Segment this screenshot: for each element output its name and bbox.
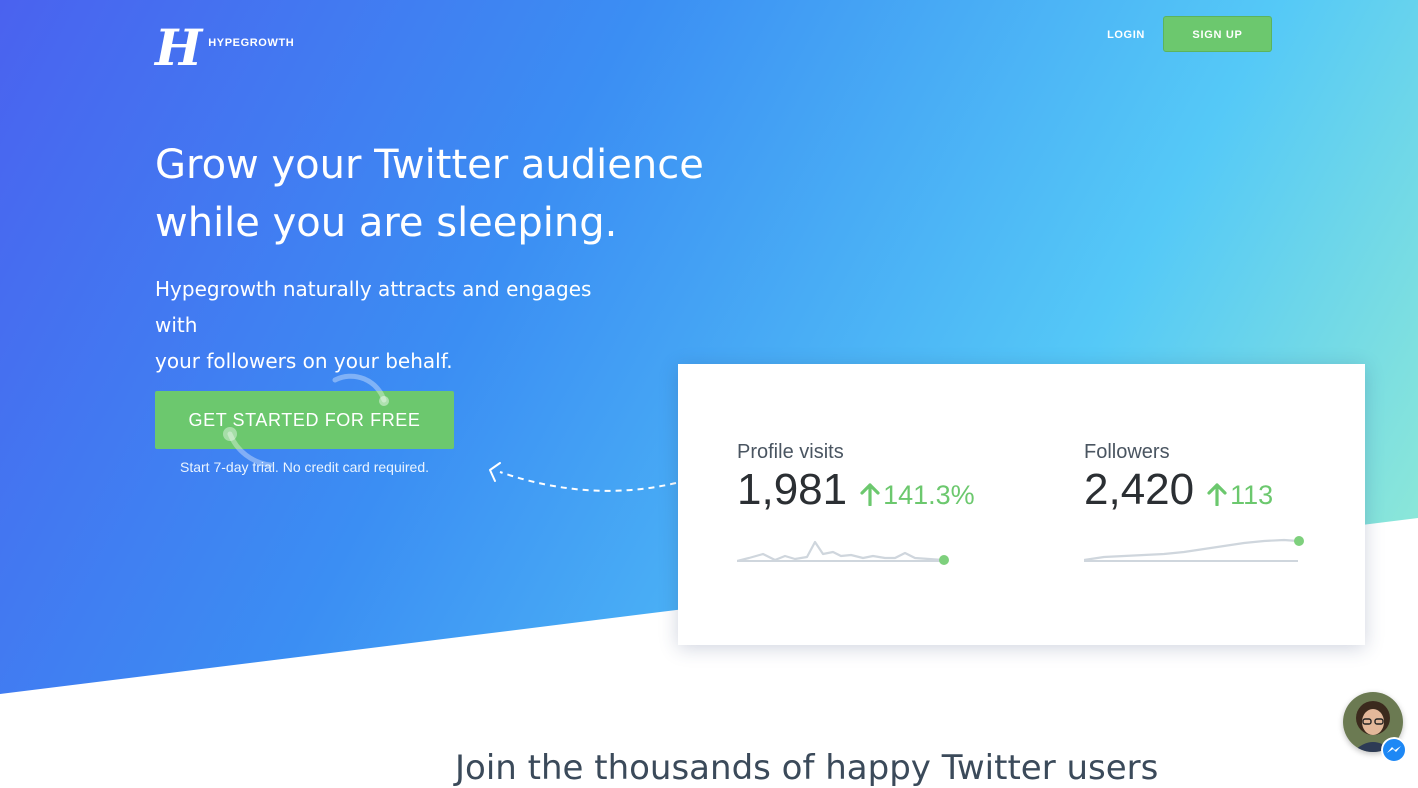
subhead-line-2: your followers on your behalf. bbox=[155, 349, 453, 373]
get-started-button[interactable]: GET STARTED FOR FREE bbox=[155, 391, 454, 449]
hero-headline: Grow your Twitter audience while you are… bbox=[155, 136, 715, 252]
followers-delta: 113 bbox=[1230, 480, 1274, 510]
profile-visits-delta: 141.3% bbox=[883, 480, 975, 510]
profile-visits-stat: Profile visits 1,981 141.3% bbox=[737, 440, 975, 514]
followers-value: 2,420 bbox=[1084, 465, 1195, 514]
followers-sparkline bbox=[1084, 536, 1304, 562]
followers-stat: Followers 2,420 113 bbox=[1084, 440, 1273, 514]
brand-logo[interactable]: H HYPEGROWTH bbox=[155, 18, 295, 77]
hero-subheading: Hypegrowth naturally attracts and engage… bbox=[155, 271, 635, 379]
login-link[interactable]: LOGIN bbox=[1100, 27, 1152, 43]
headline-line-2: while you are sleeping. bbox=[155, 200, 618, 246]
arrow-up-icon bbox=[1207, 483, 1227, 506]
profile-visits-value: 1,981 bbox=[737, 465, 848, 514]
profile-visits-label: Profile visits bbox=[737, 441, 844, 463]
trial-note: Start 7-day trial. No credit card requir… bbox=[180, 459, 429, 475]
section-heading: Join the thousands of happy Twitter user… bbox=[455, 748, 1159, 788]
subhead-line-1: Hypegrowth naturally attracts and engage… bbox=[155, 277, 592, 337]
headline-line-1: Grow your Twitter audience bbox=[155, 142, 704, 188]
arrow-up-icon bbox=[860, 483, 880, 506]
followers-label: Followers bbox=[1084, 441, 1170, 463]
stats-card: Profile visits 1,981 141.3% Followers 2,… bbox=[678, 364, 1365, 645]
messenger-icon[interactable] bbox=[1381, 737, 1407, 763]
signup-button[interactable]: SIGN UP bbox=[1163, 16, 1272, 52]
brand-name: HYPEGROWTH bbox=[208, 37, 295, 49]
hypegrowth-logo-icon: H bbox=[155, 18, 202, 77]
profile-visits-sparkline bbox=[737, 540, 949, 565]
